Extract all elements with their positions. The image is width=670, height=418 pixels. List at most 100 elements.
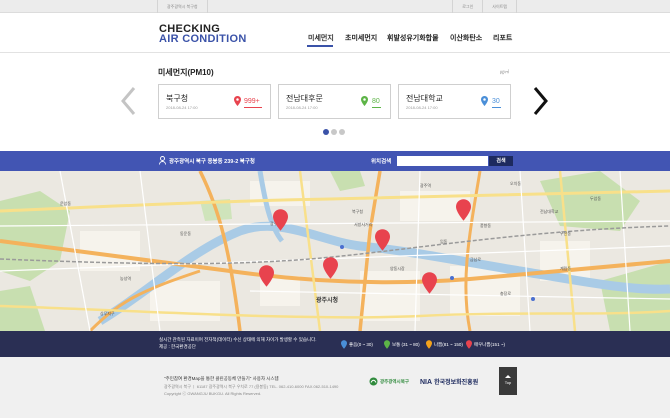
nav-item-pm10[interactable]: 미세먼지 — [308, 33, 334, 43]
map-place-label: 양동시장 — [390, 266, 405, 271]
station-marker-icon[interactable] — [422, 272, 437, 294]
top-button-label: Top — [504, 380, 512, 385]
station-time: 2018-08-24 17:00 — [166, 105, 198, 110]
nia-logo-name: 한국정보화진흥원 — [434, 380, 479, 386]
station-name: 전남대후문 — [286, 94, 323, 103]
legend-item-very-bad: 매우나쁨(151 ~) — [466, 340, 505, 349]
station-marker-icon[interactable] — [375, 229, 390, 251]
legend-label: 매우나쁨(151 ~) — [474, 341, 505, 347]
status-pin-icon — [481, 96, 488, 106]
login-link[interactable]: 로그인 — [452, 0, 482, 13]
search-label: 위치검색 — [371, 159, 392, 165]
unit-label: ㎍/㎥ — [500, 69, 510, 74]
footer-title: "주민참여 환경Map을 통한 클린공동체 만들기" 사용자 시스템 — [164, 376, 279, 381]
station-time: 2018-08-24 17:00 — [286, 105, 318, 110]
page: 광주광역시 북구청 로그인 사이트맵 CHECKING AIR CONDITIO… — [0, 0, 670, 418]
legend-item-bad: 나쁨(81 ~ 150) — [426, 340, 463, 349]
section-title: 미세먼지(PM10) — [158, 68, 214, 77]
map-place-label: 상무지구 — [100, 311, 115, 316]
station-card[interactable]: 전남대후문 2018-08-24 17:00 80 — [278, 84, 391, 119]
value-underline — [492, 107, 501, 108]
station-value: 999+ — [244, 98, 260, 105]
station-time: 2018-08-24 17:00 — [406, 105, 438, 110]
nia-logo[interactable]: NIA 한국정보화진흥원 — [420, 377, 478, 386]
legend-pin-icon — [384, 340, 390, 349]
map-tiles — [0, 171, 670, 331]
station-name: 북구청 — [166, 94, 189, 103]
bukgu-logo[interactable]: 광주광역시북구 — [369, 377, 409, 386]
legend-pin-icon — [466, 340, 472, 349]
station-marker-icon[interactable] — [323, 257, 338, 279]
data-disclaimer: 실시간 관측된 자료이며 전자적(데이터) 수신 상태에 의해 차이가 발생할 … — [159, 337, 317, 342]
status-pin-icon — [234, 96, 241, 106]
station-card[interactable]: 북구청 2018-08-24 17:00 999+ — [158, 84, 271, 119]
footer-address: 광주광역시 북구 ㅣ 61187 광주광역시 북구 우치로 77 (용봉동) T… — [164, 384, 339, 389]
map-place-label: 전남대학교 — [540, 209, 559, 214]
nav-active-indicator — [307, 45, 333, 47]
location-search-input[interactable] — [397, 156, 488, 166]
legend-label: 좋음(0 ~ 30) — [349, 341, 373, 347]
current-address: 광주광역시 북구 용봉동 239-2 북구청 — [169, 159, 255, 165]
bukgu-emblem-icon — [369, 377, 378, 386]
search-button[interactable]: 검색 — [489, 156, 513, 166]
map-place-label: 임동 — [440, 239, 448, 244]
station-marker-icon[interactable] — [259, 265, 274, 287]
legend-item-normal: 보통 (31 ~ 80) — [384, 340, 420, 349]
data-source: 제공 : 한국환경공단 — [159, 344, 196, 349]
nav-item-co2[interactable]: 이산화탄소 — [450, 33, 482, 43]
legend-pin-icon — [341, 340, 347, 349]
map-main-label: 광주시청 — [316, 298, 339, 304]
pagination-dot-1[interactable] — [323, 129, 329, 135]
map-place-label: 북구청 — [352, 209, 364, 214]
station-value: 30 — [492, 98, 500, 105]
slider-pagination — [323, 129, 345, 135]
bukgu-logo-text: 광주광역시북구 — [380, 378, 409, 384]
legend-item-good: 좋음(0 ~ 30) — [341, 340, 373, 349]
map-place-label: 풍향동 — [480, 223, 492, 228]
map-place-label: 충장로 — [500, 291, 512, 296]
map-place-label: 두암동 — [590, 196, 602, 201]
legend-label: 보통 (31 ~ 80) — [392, 341, 420, 347]
pagination-dot-3[interactable] — [339, 129, 345, 135]
legend-label: 나쁨(81 ~ 150) — [434, 341, 463, 347]
value-underline — [244, 107, 262, 108]
legend-bar: 실시간 관측된 자료이며 전자적(데이터) 수신 상태에 의해 차이가 발생할 … — [0, 331, 670, 357]
map-place-label: 우산동 — [560, 231, 572, 236]
station-name: 전남대학교 — [406, 94, 443, 103]
next-arrow-icon[interactable] — [530, 86, 550, 116]
legend-pin-icon — [426, 340, 432, 349]
map-place-label: 계림동 — [560, 266, 572, 271]
nia-logo-short: NIA — [420, 379, 433, 386]
value-underline — [372, 107, 381, 108]
map-view[interactable]: 광주역 북구청 전남대학교 서방사거리 광주천 농성역 상무지구 양동시장 금남… — [0, 171, 670, 331]
station-card[interactable]: 전남대학교 2018-08-24 17:00 30 — [398, 84, 511, 119]
map-place-label: 광주역 — [420, 183, 432, 188]
map-place-label: 농성역 — [120, 276, 132, 281]
location-bar: 광주광역시 북구 용봉동 239-2 북구청 위치검색 검색 — [0, 151, 670, 171]
footer: "주민참여 환경Map을 통한 클린공동체 만들기" 사용자 시스템 광주광역시… — [0, 357, 670, 418]
logo-line2: AIR CONDITION — [159, 33, 247, 45]
map-place-label: 금남로 — [470, 257, 482, 262]
arrow-up-icon — [505, 375, 511, 378]
footer-copyright: Copyright ⓒ GWANGJU BUKGU. All Rights Re… — [164, 391, 262, 396]
header-divider — [0, 52, 670, 53]
nav-item-pm25[interactable]: 초미세먼지 — [345, 33, 377, 43]
user-location-icon — [159, 156, 166, 165]
map-place-label: 동운동 — [180, 231, 192, 236]
map-place-label: 오치동 — [510, 181, 522, 186]
nav-item-report[interactable]: 리포트 — [493, 33, 512, 43]
scroll-top-button[interactable]: Top — [499, 367, 517, 395]
bukgu-link[interactable]: 광주광역시 북구청 — [157, 0, 208, 13]
station-value: 80 — [372, 98, 380, 105]
status-pin-icon — [361, 96, 368, 106]
nav-item-voc[interactable]: 휘발성유기화합물 — [387, 33, 439, 43]
station-marker-icon[interactable] — [456, 199, 471, 221]
pagination-dot-2[interactable] — [331, 129, 337, 135]
station-marker-icon[interactable] — [273, 209, 288, 231]
map-place-label: 운암동 — [60, 201, 72, 206]
sitemap-link[interactable]: 사이트맵 — [482, 0, 517, 13]
utility-bar: 광주광역시 북구청 로그인 사이트맵 — [0, 0, 670, 13]
prev-arrow-icon[interactable] — [119, 86, 139, 116]
map-place-label: 서방사거리 — [354, 222, 373, 227]
site-logo[interactable]: CHECKING AIR CONDITION — [159, 24, 247, 45]
